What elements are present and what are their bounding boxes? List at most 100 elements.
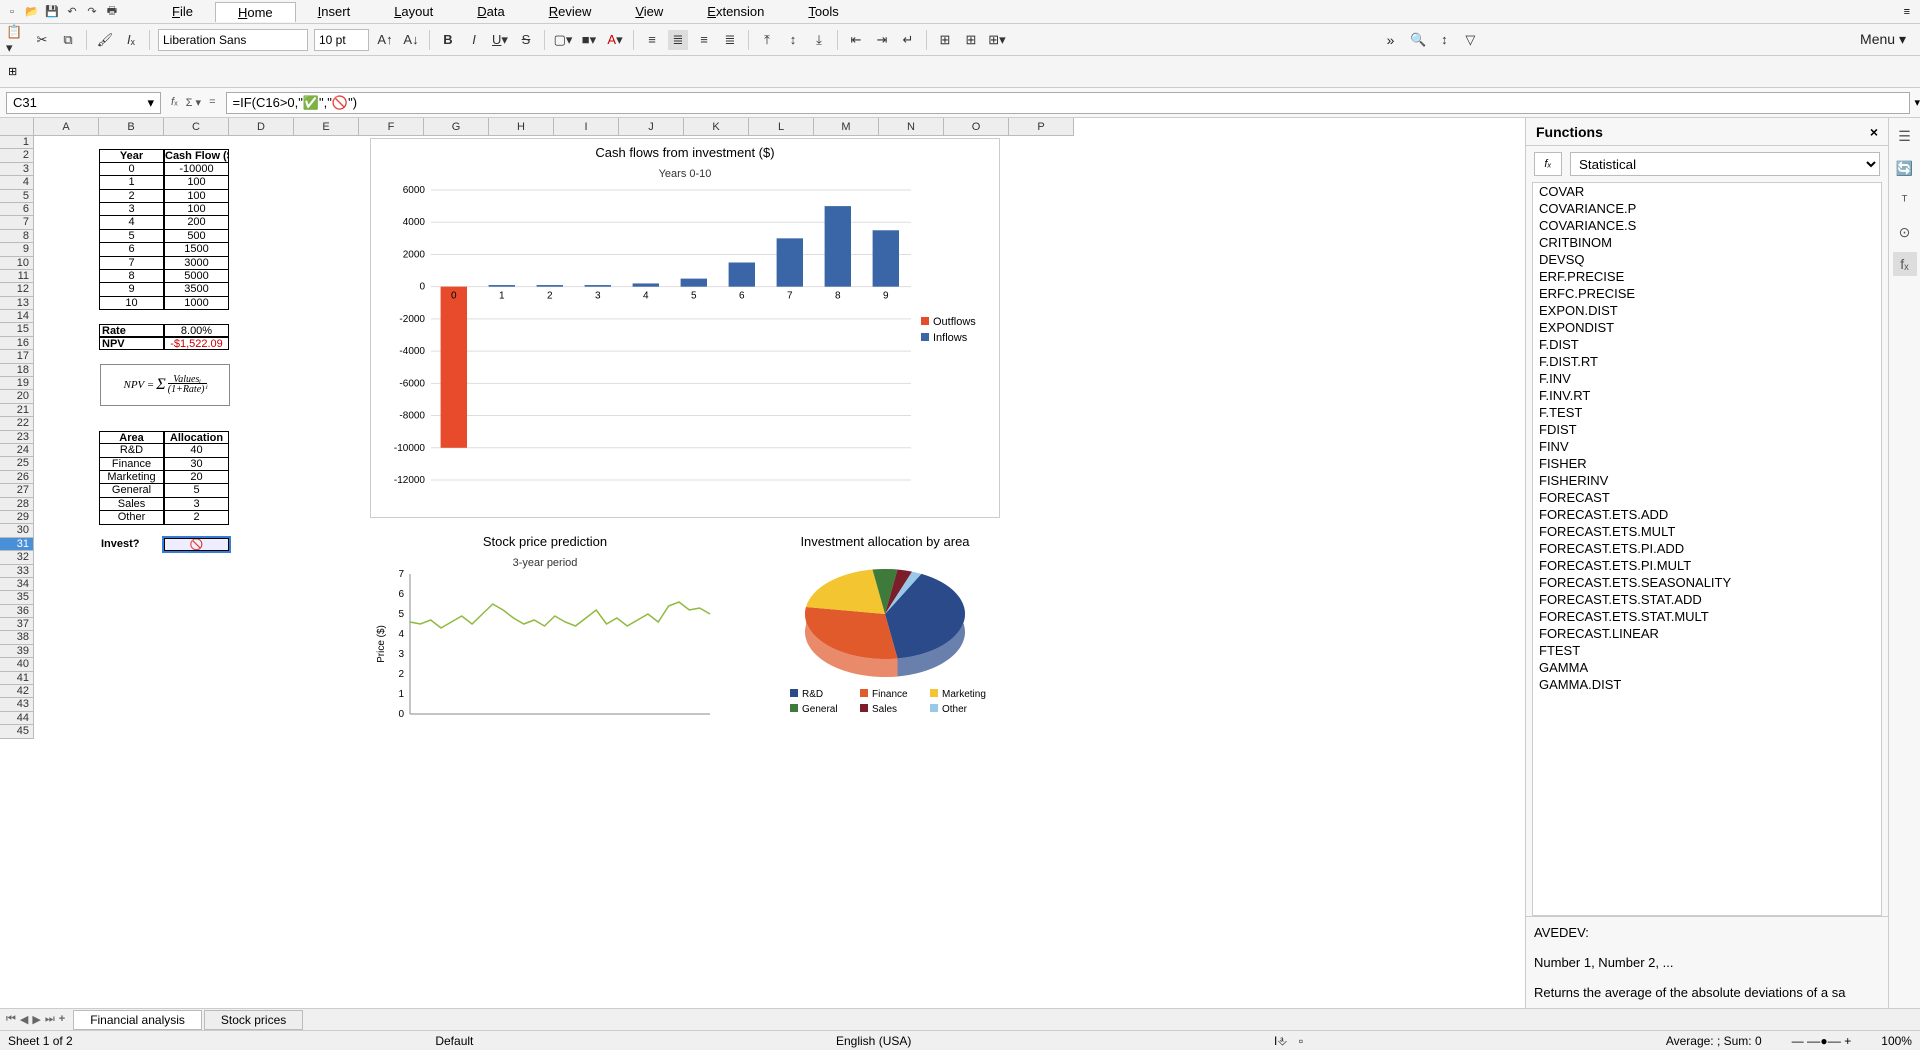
col-header[interactable]: L [749,118,814,135]
row-header[interactable]: 5 [0,190,33,203]
font-color-icon[interactable]: A▾ [605,30,625,50]
function-item[interactable]: F.INV.RT [1533,387,1881,404]
col-header[interactable]: I [554,118,619,135]
cell-B9[interactable]: 6 [99,243,164,256]
function-item[interactable]: CRITBINOM [1533,234,1881,251]
row-header[interactable]: 12 [0,283,33,296]
spreadsheet-grid[interactable]: ABCDEFGHIJKLMNOP 12345678910111213141516… [0,118,1525,1008]
bold-icon[interactable]: B [438,30,458,50]
cell-C2[interactable]: Cash Flow ($) [164,149,229,162]
col-header[interactable]: C [164,118,229,135]
select-all-corner[interactable] [0,118,34,136]
cell-C11[interactable]: 5000 [164,270,229,283]
cell-B28[interactable]: Sales [99,498,164,511]
increase-font-icon[interactable]: A↑ [375,30,395,50]
function-item[interactable]: COVARIANCE.P [1533,200,1881,217]
row-header[interactable]: 37 [0,618,33,631]
cell-B31[interactable]: Invest? [99,538,164,551]
row-header[interactable]: 16 [0,337,33,350]
next-sheet-icon[interactable]: ▶ [32,1013,40,1026]
cell-B29[interactable]: Other [99,511,164,524]
function-item[interactable]: F.DIST [1533,336,1881,353]
navigator-icon[interactable]: ⊙ [1893,220,1917,244]
toolbar-overflow-icon[interactable]: » [1379,32,1403,48]
row-header[interactable]: 39 [0,645,33,658]
strike-icon[interactable]: S [516,30,536,50]
cell-C31[interactable]: 🚫 [164,538,229,551]
sort-icon[interactable]: ↕ [1434,30,1454,50]
sum-icon[interactable]: Σ ▾ [186,96,201,109]
function-item[interactable]: FORECAST.ETS.PI.MULT [1533,557,1881,574]
row-header[interactable]: 26 [0,471,33,484]
function-item[interactable]: F.TEST [1533,404,1881,421]
menu-dropdown[interactable]: Menu ▾ [1852,31,1914,48]
function-list[interactable]: COVARCOVARIANCE.PCOVARIANCE.SCRITBINOMDE… [1532,182,1882,916]
row-header[interactable]: 11 [0,270,33,283]
row-header[interactable]: 15 [0,323,33,336]
paste-icon[interactable]: 📋▾ [6,30,26,50]
row-header[interactable]: 36 [0,605,33,618]
cell-B23[interactable]: Area [99,431,164,444]
row-header[interactable]: 20 [0,390,33,403]
cell-C26[interactable]: 20 [164,471,229,484]
cell-B13[interactable]: 10 [99,297,164,310]
prev-sheet-icon[interactable]: ◀ [20,1013,28,1026]
col-header[interactable]: A [34,118,99,135]
col-header[interactable]: P [1009,118,1074,135]
cell-B2[interactable]: Year [99,149,164,162]
save-icon[interactable]: 💾 [44,4,60,20]
row-header[interactable]: 7 [0,216,33,229]
cell-B16[interactable]: NPV [99,337,164,350]
zoom-level[interactable]: 100% [1881,1034,1912,1048]
row-header[interactable]: 27 [0,484,33,497]
align-left-icon[interactable]: ≡ [642,30,662,50]
cell-B6[interactable]: 3 [99,203,164,216]
cell-C16[interactable]: -$1,522.09 [164,337,229,350]
indent-dec-icon[interactable]: ⇤ [846,30,866,50]
cell-B5[interactable]: 2 [99,190,164,203]
styles-icon[interactable]: 🔄 [1893,156,1917,180]
indent-inc-icon[interactable]: ⇥ [872,30,892,50]
cell-C5[interactable]: 100 [164,190,229,203]
row-header[interactable]: 42 [0,685,33,698]
properties-icon[interactable]: ☰ [1893,124,1917,148]
function-item[interactable]: FORECAST.ETS.MULT [1533,523,1881,540]
function-item[interactable]: FORECAST.ETS.STAT.ADD [1533,591,1881,608]
function-item[interactable]: FISHER [1533,455,1881,472]
col-header[interactable]: F [359,118,424,135]
col-header[interactable]: J [619,118,684,135]
cell-C4[interactable]: 100 [164,176,229,189]
underline-icon[interactable]: U▾ [490,30,510,50]
row-header[interactable]: 33 [0,565,33,578]
cell-B25[interactable]: Finance [99,458,164,471]
cell-B4[interactable]: 1 [99,176,164,189]
menu-data[interactable]: Data [455,2,526,22]
cell-B11[interactable]: 8 [99,270,164,283]
menu-extension[interactable]: Extension [685,2,786,22]
cell-C6[interactable]: 100 [164,203,229,216]
cell-C7[interactable]: 200 [164,216,229,229]
row-header[interactable]: 32 [0,551,33,564]
functions-icon[interactable]: fₓ [1893,252,1917,276]
cell-B26[interactable]: Marketing [99,471,164,484]
cell-B8[interactable]: 5 [99,230,164,243]
stats[interactable]: Average: ; Sum: 0 [1666,1034,1762,1048]
function-item[interactable]: F.DIST.RT [1533,353,1881,370]
cell-B3[interactable]: 0 [99,163,164,176]
cell-C12[interactable]: 3500 [164,283,229,296]
col-header[interactable]: O [944,118,1009,135]
row-header[interactable]: 44 [0,712,33,725]
function-category-select[interactable]: Statistical [1570,152,1880,176]
col-header[interactable]: E [294,118,359,135]
function-item[interactable]: FDIST [1533,421,1881,438]
row-header[interactable]: 3 [0,163,33,176]
decrease-font-icon[interactable]: A↓ [401,30,421,50]
cell-C28[interactable]: 3 [164,498,229,511]
function-item[interactable]: COVARIANCE.S [1533,217,1881,234]
merge-icon[interactable]: ⊞ [935,30,955,50]
col-header[interactable]: B [99,118,164,135]
formula-input[interactable]: =IF(C16>0,"✅","🚫") [226,92,1911,114]
cell-B24[interactable]: R&D [99,444,164,457]
menu-insert[interactable]: Insert [296,2,373,22]
menu-file[interactable]: File [150,2,215,22]
